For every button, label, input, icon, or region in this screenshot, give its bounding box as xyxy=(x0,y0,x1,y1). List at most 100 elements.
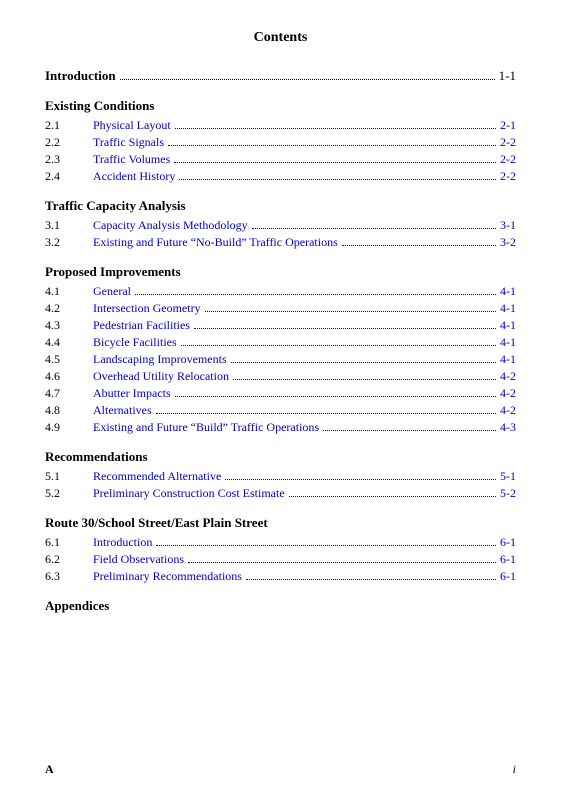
entry-label: Preliminary Construction Cost Estimate xyxy=(93,486,285,501)
entry-label: Recommended Alternative xyxy=(93,469,221,484)
toc-entry-0-2: 2.3Traffic Volumes 2-2 xyxy=(45,152,516,167)
entry-dots xyxy=(168,145,496,146)
toc-entry-1-0: 3.1Capacity Analysis Methodology3-1 xyxy=(45,218,516,233)
entry-page: 4-3 xyxy=(500,420,516,435)
entry-number: 4.6 xyxy=(45,369,93,384)
entry-label: Traffic Signals xyxy=(93,135,164,150)
entry-label: Introduction xyxy=(93,535,152,550)
toc-entry-2-2: 4.3Pedestrian Facilities4-1 xyxy=(45,318,516,333)
toc-entry-2-1: 4.2Intersection Geometry 4-1 xyxy=(45,301,516,316)
entry-label: Bicycle Facilities xyxy=(93,335,177,350)
entry-number: 5.2 xyxy=(45,486,93,501)
entry-label: Existing and Future “No-Build” Traffic O… xyxy=(93,235,338,250)
toc-entry-0-3: 2.4Accident History 2-2 xyxy=(45,169,516,184)
entry-page: 2-2 xyxy=(500,152,516,167)
entry-dots xyxy=(156,545,496,546)
entry-number: 5.1 xyxy=(45,469,93,484)
entry-dots xyxy=(175,128,496,129)
entry-page: 3-1 xyxy=(500,218,516,233)
entry-label: Capacity Analysis Methodology xyxy=(93,218,248,233)
entry-dots xyxy=(194,328,496,329)
entry-page: 6-1 xyxy=(500,569,516,584)
entry-number: 2.4 xyxy=(45,169,93,184)
entry-page: 3-2 xyxy=(500,235,516,250)
entry-dots xyxy=(252,228,496,229)
entry-number: 4.1 xyxy=(45,284,93,299)
entry-page: 2-2 xyxy=(500,135,516,150)
toc-entry-2-0: 4.1General4-1 xyxy=(45,284,516,299)
toc-entry-2-3: 4.4Bicycle Facilities 4-1 xyxy=(45,335,516,350)
entry-dots xyxy=(342,245,496,246)
entry-page: 5-1 xyxy=(500,469,516,484)
entry-number: 4.5 xyxy=(45,352,93,367)
entry-number: 2.2 xyxy=(45,135,93,150)
toc-section-2: Proposed Improvements4.1General4-14.2Int… xyxy=(45,264,516,435)
entry-page: 4-1 xyxy=(500,301,516,316)
section-heading-0: Existing Conditions xyxy=(45,98,516,114)
entry-label: Landscaping Improvements xyxy=(93,352,227,367)
entry-dots xyxy=(233,379,496,380)
entry-label: Preliminary Recommendations xyxy=(93,569,242,584)
toc-section-5: Appendices xyxy=(45,598,516,614)
entry-number: 6.3 xyxy=(45,569,93,584)
entry-dots xyxy=(156,413,496,414)
entry-page: 2-2 xyxy=(500,169,516,184)
entry-number: 4.8 xyxy=(45,403,93,418)
page: Contents Introduction 1-1 Existing Condi… xyxy=(0,0,561,795)
intro-dots xyxy=(120,79,495,80)
entry-dots xyxy=(181,345,496,346)
entry-dots xyxy=(205,311,496,312)
toc-section-3: Recommendations 5.1Recommended Alternativ… xyxy=(45,449,516,501)
section-heading-2: Proposed Improvements xyxy=(45,264,516,280)
entry-dots xyxy=(246,579,496,580)
intro-entry: Introduction 1-1 xyxy=(45,68,516,84)
entry-dots xyxy=(225,479,496,480)
entry-number: 4.7 xyxy=(45,386,93,401)
section-heading-4: Route 30/School Street/East Plain Street xyxy=(45,515,516,531)
toc-entry-3-1: 5.2Preliminary Construction Cost Estimat… xyxy=(45,486,516,501)
entry-label: Abutter Impacts xyxy=(93,386,171,401)
entry-number: 2.1 xyxy=(45,118,93,133)
entry-label: Field Observations xyxy=(93,552,184,567)
entry-page: 4-2 xyxy=(500,386,516,401)
toc-entry-4-2: 6.3Preliminary Recommendations 6-1 xyxy=(45,569,516,584)
toc-section-4: Route 30/School Street/East Plain Street… xyxy=(45,515,516,584)
toc-entry-2-5: 4.6Overhead Utility Relocation 4-2 xyxy=(45,369,516,384)
entry-number: 4.2 xyxy=(45,301,93,316)
section-heading-5: Appendices xyxy=(45,598,516,614)
entry-number: 6.1 xyxy=(45,535,93,550)
section-heading-1: Traffic Capacity Analysis xyxy=(45,198,516,214)
entry-page: 2-1 xyxy=(500,118,516,133)
entry-dots xyxy=(175,396,496,397)
entry-page: 4-1 xyxy=(500,318,516,333)
entry-label: Overhead Utility Relocation xyxy=(93,369,229,384)
entry-dots xyxy=(289,496,496,497)
entry-number: 3.2 xyxy=(45,235,93,250)
page-footer: A i xyxy=(45,762,516,777)
entry-page: 4-2 xyxy=(500,369,516,384)
entry-page: 4-1 xyxy=(500,352,516,367)
entry-number: 4.4 xyxy=(45,335,93,350)
entry-label: Traffic Volumes xyxy=(93,152,170,167)
toc-entry-2-7: 4.8Alternatives4-2 xyxy=(45,403,516,418)
section-heading-3: Recommendations xyxy=(45,449,516,465)
toc-entry-0-0: 2.1Physical Layout2-1 xyxy=(45,118,516,133)
entry-page: 6-1 xyxy=(500,552,516,567)
toc-entry-1-1: 3.2Existing and Future “No-Build” Traffi… xyxy=(45,235,516,250)
entry-label: General xyxy=(93,284,131,299)
toc-entry-2-8: 4.9Existing and Future “Build” Traffic O… xyxy=(45,420,516,435)
toc-entry-4-0: 6.1Introduction6-1 xyxy=(45,535,516,550)
entry-dots xyxy=(323,430,496,431)
entry-label: Intersection Geometry xyxy=(93,301,201,316)
toc-entry-4-1: 6.2Field Observations6-1 xyxy=(45,552,516,567)
entry-number: 2.3 xyxy=(45,152,93,167)
page-title: Contents xyxy=(45,30,516,46)
entry-dots xyxy=(188,562,496,563)
entry-label: Accident History xyxy=(93,169,175,184)
toc-entry-2-4: 4.5Landscaping Improvements 4-1 xyxy=(45,352,516,367)
entry-label: Alternatives xyxy=(93,403,152,418)
entry-label: Pedestrian Facilities xyxy=(93,318,190,333)
entry-dots xyxy=(174,162,496,163)
toc-section-0: Existing Conditions 2.1Physical Layout2-1… xyxy=(45,98,516,184)
entry-page: 4-1 xyxy=(500,335,516,350)
